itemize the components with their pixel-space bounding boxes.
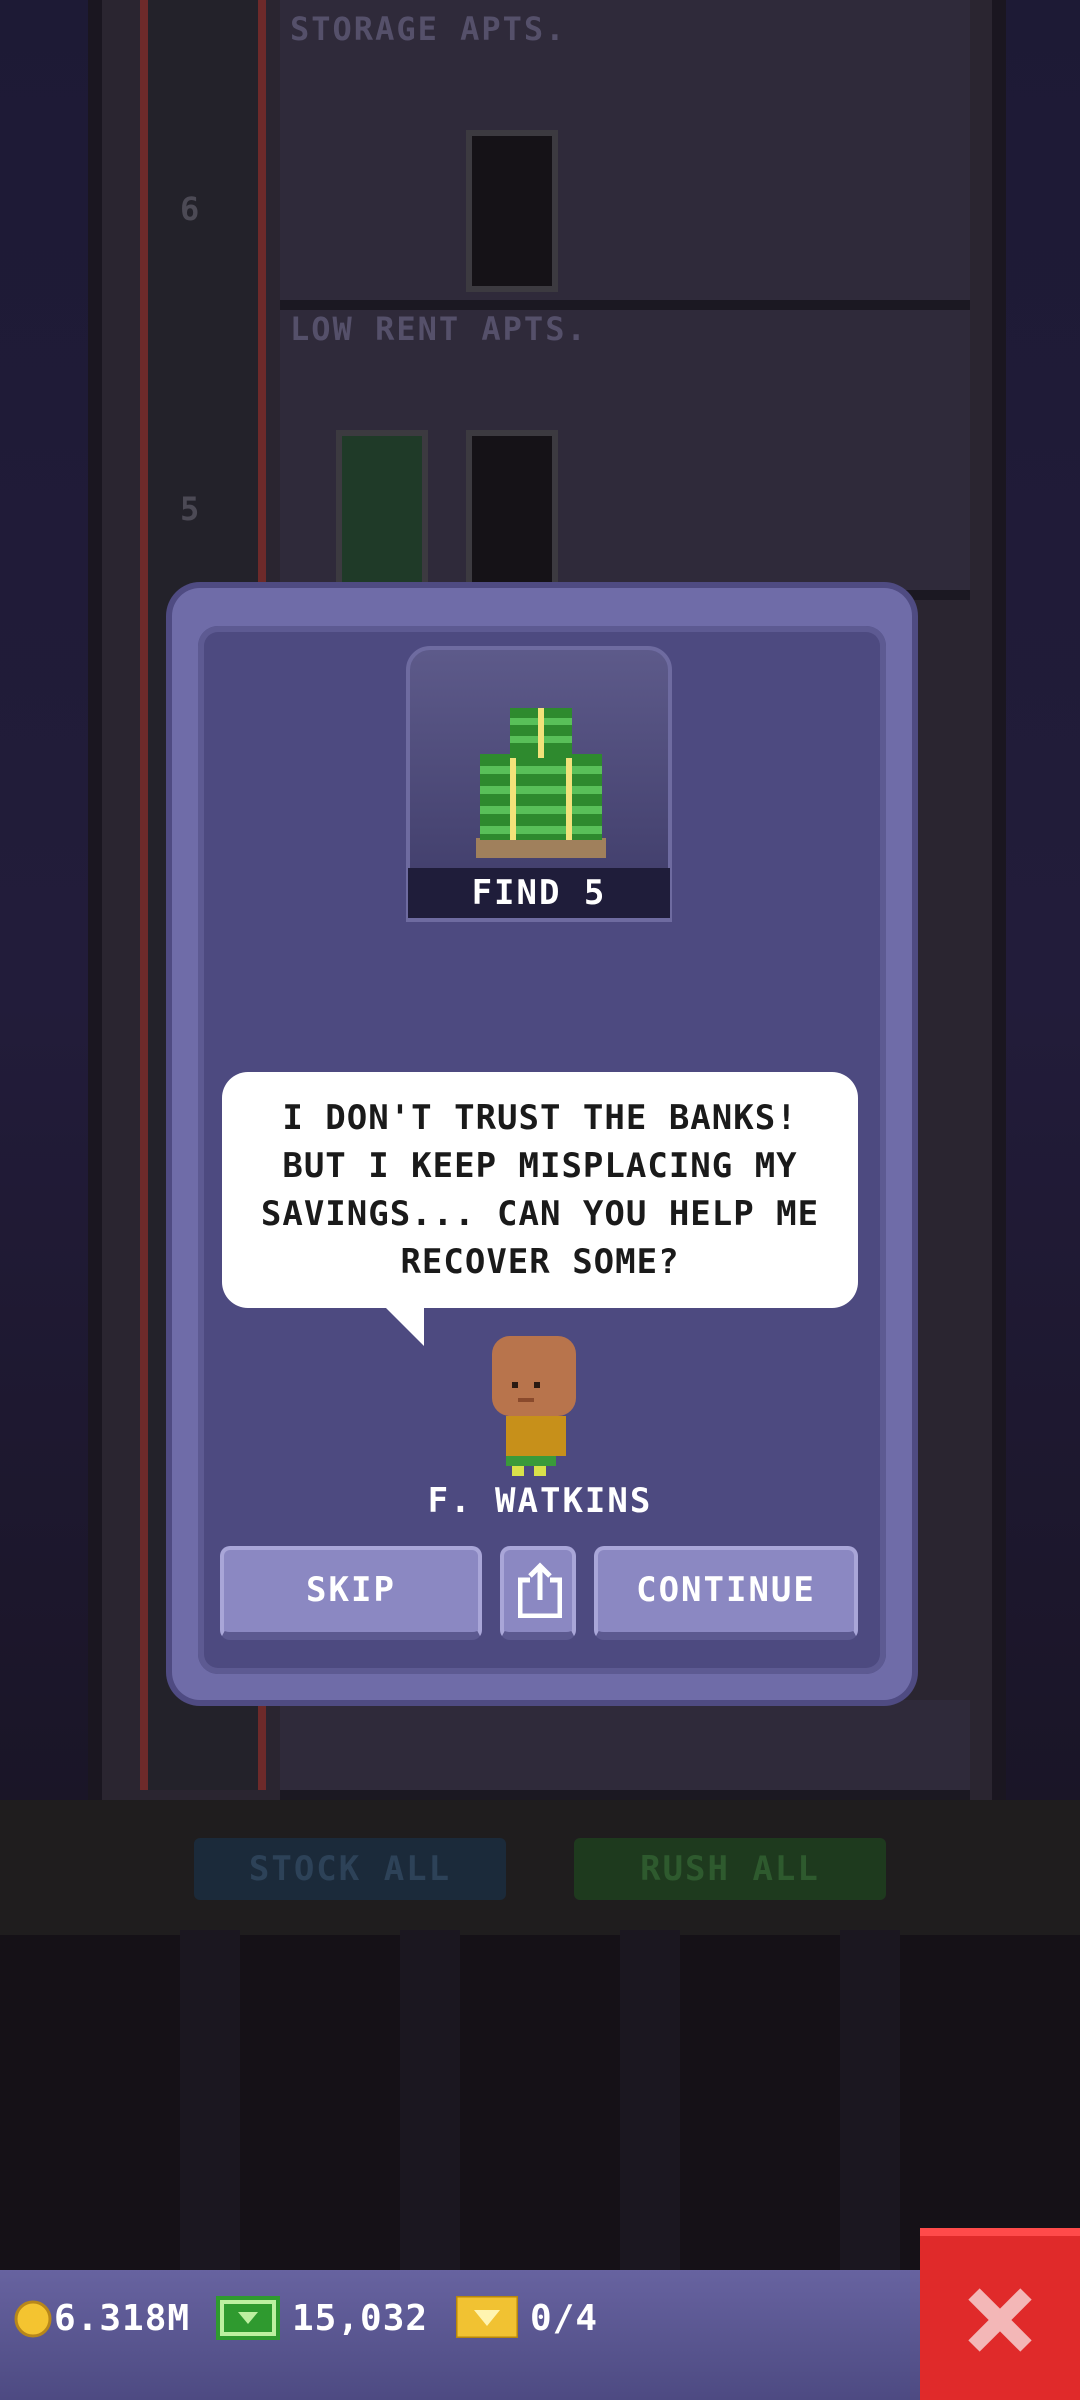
continue-button[interactable]: CONTINUE [594,1546,858,1640]
floor-door [336,430,428,592]
floor-title: LOW RENT APTS. [290,310,588,348]
skip-button[interactable]: SKIP [220,1546,482,1640]
floor-title: STORAGE APTS. [290,10,567,48]
floor-ground [280,1700,970,1800]
share-button[interactable] [500,1546,576,1640]
rush-all-button: RUSH ALL [574,1838,886,1900]
speech-text: I DON'T TRUST THE BANKS! BUT I KEEP MISP… [260,1098,820,1282]
ticket-count: 0/4 [530,2298,599,2339]
floor-door [466,430,558,592]
shaft-floor-number: 6 [180,190,200,228]
cash-stack-icon [476,708,606,858]
speech-bubble-tail [378,1300,424,1346]
floor-door [466,130,558,292]
coin-icon [14,2300,52,2338]
character-name: F. WATKINS [427,1481,653,1521]
speech-bubble: I DON'T TRUST THE BANKS! BUT I KEEP MISP… [222,1072,858,1308]
bux-icon [216,2296,280,2340]
share-icon [518,1562,562,1618]
background-action-bar [0,1800,1080,1935]
street-pillar [620,1930,680,2270]
character-sprite [492,1336,576,1476]
close-icon [968,2288,1032,2352]
close-button[interactable] [920,2228,1080,2400]
coin-count: 6.318M [54,2298,191,2339]
street-pillar [400,1930,460,2270]
stock-all-button: STOCK ALL [194,1838,506,1900]
street-pillar [840,1930,900,2270]
background-street [0,1935,1080,2270]
shaft-floor-number: 5 [180,490,200,528]
street-pillar [180,1930,240,2270]
bux-count: 15,032 [292,2298,429,2339]
golden-ticket-icon [456,2296,518,2338]
quest-goal-label: FIND 5 [408,868,670,918]
